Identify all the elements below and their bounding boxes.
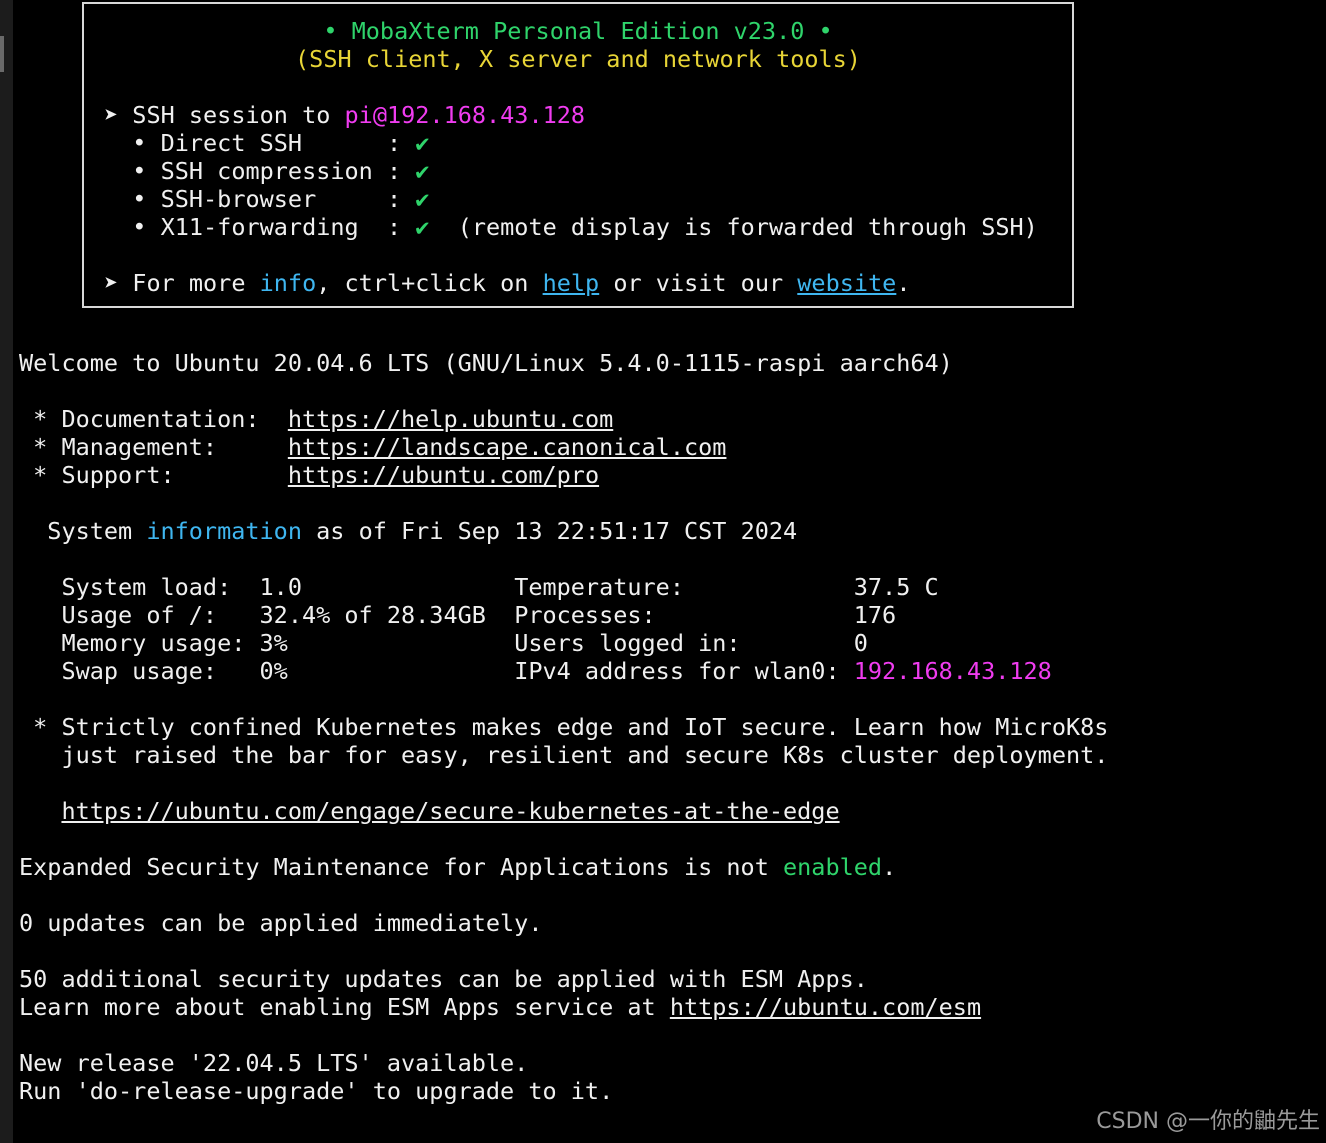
sysinfo-word: information	[146, 517, 302, 545]
updates-line: 0 updates can be applied immediately.	[19, 909, 543, 937]
more-mid2: or visit our	[599, 269, 798, 297]
check-icon: ✔	[415, 157, 430, 185]
upgrade-hint-line: Run 'do-release-upgrade' to upgrade to i…	[19, 1077, 614, 1105]
k8s-line-1: * Strictly confined Kubernetes makes edg…	[19, 713, 1109, 741]
feature-direct-ssh: • Direct SSH : ✔	[104, 129, 429, 157]
stats-row: Swap usage: 0% IPv4 address for wlan0: 1…	[19, 657, 1052, 685]
stat-right: Processes: 176	[514, 601, 897, 629]
doc-label: * Documentation:	[19, 405, 288, 433]
more-end: .	[896, 269, 911, 297]
learn-more-line: Learn more about enabling ESM Apps servi…	[19, 993, 981, 1021]
esm-end: .	[882, 853, 897, 881]
esm-line: Expanded Security Maintenance for Applic…	[19, 853, 896, 881]
check-icon: ✔	[415, 129, 430, 157]
doc-label: * Management:	[19, 433, 288, 461]
stats-row: Memory usage: 3% Users logged in: 0	[19, 629, 868, 657]
session-prefix: ➤ SSH session to	[104, 101, 345, 129]
more-mid: , ctrl+click on	[316, 269, 543, 297]
feature-label: • SSH compression :	[132, 157, 416, 185]
sysinfo-line: System information as of Fri Sep 13 22:5…	[19, 517, 797, 545]
esm-enabled-word: enabled	[783, 853, 883, 881]
banner-subtitle: (SSH client, X server and network tools)	[295, 45, 861, 73]
left-gutter	[0, 0, 13, 1143]
learn-prefix: Learn more about enabling ESM Apps servi…	[19, 993, 670, 1021]
ipv4-address: 192.168.43.128	[853, 657, 1052, 685]
esm-prefix: Expanded Security Maintenance for Applic…	[19, 853, 784, 881]
feature-ssh-compression: • SSH compression : ✔	[104, 157, 429, 185]
stats-row: Usage of /: 32.4% of 28.34GB Processes: …	[19, 601, 896, 629]
k8s-line-2: just raised the bar for easy, resilient …	[19, 741, 1109, 769]
banner-title: • MobaXterm Personal Edition v23.0 •	[323, 17, 833, 45]
management-link[interactable]: https://landscape.canonical.com	[288, 433, 727, 461]
doc-line-documentation: * Documentation: https://help.ubuntu.com	[19, 405, 613, 433]
doc-line-management: * Management: https://landscape.canonica…	[19, 433, 726, 461]
info-link[interactable]: info	[260, 269, 317, 297]
csdn-watermark: CSDN @一你的鼬先生	[1096, 1109, 1320, 1134]
more-prefix: ➤ For more	[104, 269, 260, 297]
sysinfo-suffix: as of Fri Sep 13 22:51:17 CST 2024	[301, 517, 798, 545]
feature-x11-forwarding: • X11-forwarding : ✔ (remote display is …	[104, 213, 1038, 241]
more-info-line: ➤ For more info, ctrl+click on help or v…	[104, 269, 910, 297]
welcome-line: Welcome to Ubuntu 20.04.6 LTS (GNU/Linux…	[19, 349, 953, 377]
doc-line-support: * Support: https://ubuntu.com/pro	[19, 461, 599, 489]
feature-label: • SSH-browser :	[132, 185, 416, 213]
feature-label: • X11-forwarding :	[132, 213, 416, 241]
stat-left: Swap usage: 0%	[19, 657, 515, 685]
stat-left: Memory usage: 3%	[19, 629, 515, 657]
website-link[interactable]: website	[797, 269, 896, 297]
stat-left: Usage of /: 32.4% of 28.34GB	[19, 601, 515, 629]
k8s-link[interactable]: https://ubuntu.com/engage/secure-kuberne…	[61, 797, 839, 825]
mobaxterm-banner: • MobaXterm Personal Edition v23.0 • (SS…	[82, 2, 1074, 308]
feature-note: (remote display is forwarded through SSH…	[429, 213, 1038, 241]
scroll-marker	[0, 36, 4, 72]
stat-right: Temperature: 37.5 C	[514, 573, 939, 601]
security-updates-line: 50 additional security updates can be ap…	[19, 965, 868, 993]
k8s-url-line: https://ubuntu.com/engage/secure-kuberne…	[19, 797, 839, 825]
check-icon: ✔	[415, 213, 430, 241]
stat-right: Users logged in: 0	[514, 629, 868, 657]
doc-label: * Support:	[19, 461, 288, 489]
support-link[interactable]: https://ubuntu.com/pro	[288, 461, 599, 489]
stat-left: System load: 1.0	[19, 573, 515, 601]
new-release-line: New release '22.04.5 LTS' available.	[19, 1049, 529, 1077]
stats-row: System load: 1.0 Temperature: 37.5 C	[19, 573, 939, 601]
feature-ssh-browser: • SSH-browser : ✔	[104, 185, 429, 213]
check-icon: ✔	[415, 185, 430, 213]
help-link[interactable]: help	[543, 269, 600, 297]
feature-label: • Direct SSH :	[132, 129, 416, 157]
stat-right: IPv4 address for wlan0:	[514, 657, 854, 685]
documentation-link[interactable]: https://help.ubuntu.com	[288, 405, 613, 433]
ssh-session-line: ➤ SSH session to pi@192.168.43.128	[104, 101, 585, 129]
session-target: pi@192.168.43.128	[344, 101, 586, 129]
sysinfo-prefix: System	[19, 517, 147, 545]
esm-link[interactable]: https://ubuntu.com/esm	[670, 993, 981, 1021]
